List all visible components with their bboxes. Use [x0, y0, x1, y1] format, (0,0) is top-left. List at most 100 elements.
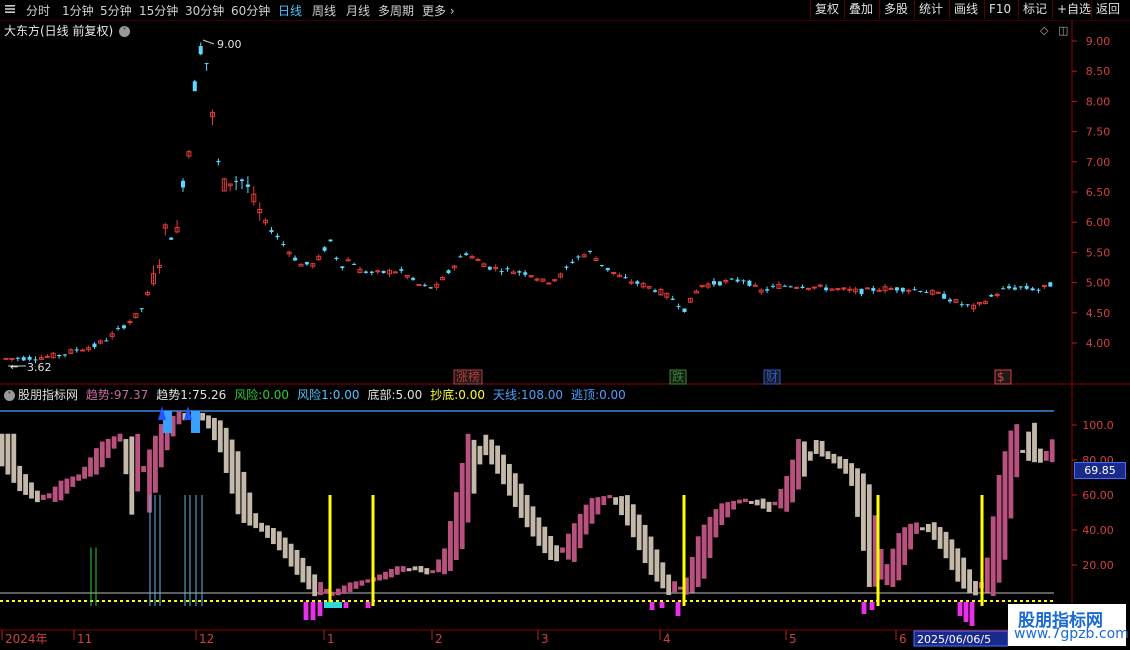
indicator-value: 趋势:97.37	[86, 388, 152, 402]
trend-bar	[760, 498, 766, 509]
bottom-cyan-marker	[324, 602, 342, 608]
trend-bar	[300, 557, 306, 583]
indicator-name[interactable]: 股朋指标网	[18, 388, 78, 402]
candle-body	[499, 271, 504, 273]
trend-bar	[88, 457, 93, 477]
candle-body	[994, 293, 1000, 296]
candle-body	[989, 294, 994, 297]
trend-bar	[996, 475, 1002, 583]
candle-body	[1036, 289, 1041, 291]
trend-bar	[123, 439, 129, 475]
trend-bar	[489, 439, 495, 465]
candle-body	[523, 272, 528, 275]
trend-bar	[1020, 449, 1026, 453]
candle-body	[428, 287, 433, 289]
trend-bar	[937, 527, 943, 549]
trend-bar	[524, 495, 530, 528]
trend-bar	[94, 448, 99, 475]
bottom-spike-bar	[957, 602, 963, 616]
trend-bar	[813, 440, 819, 454]
candle-body	[328, 239, 333, 242]
price-tick-label: 8.00	[1086, 95, 1111, 108]
trend-bar	[11, 433, 17, 483]
trend-bar	[400, 566, 406, 572]
candle-body	[670, 298, 675, 300]
candle-body	[340, 266, 345, 268]
bottom-spike-bar	[659, 602, 665, 608]
candle-body	[824, 287, 829, 291]
trend-bar	[217, 420, 223, 453]
candle-body	[564, 266, 569, 268]
candle-body	[765, 289, 770, 291]
trend-bar	[23, 474, 28, 495]
indicator-value: 趋势1:75.26	[156, 388, 230, 402]
indicator-value-label: 逃顶:	[571, 388, 600, 402]
trend-bar	[984, 557, 990, 593]
trend-bar	[861, 473, 866, 551]
trend-bar	[920, 527, 925, 531]
trend-bar	[176, 411, 182, 425]
trend-bar	[288, 543, 294, 567]
trend-bar	[1002, 451, 1008, 560]
candle-body	[9, 357, 15, 360]
trend-bar	[766, 501, 772, 512]
buy-signal-bar	[328, 495, 332, 606]
trend-bar	[17, 465, 23, 492]
top-escape-marker	[191, 411, 200, 433]
trend-bar	[347, 582, 353, 592]
trend-bar	[648, 536, 654, 575]
candle-body	[80, 349, 86, 352]
indicator-value-number: 5.00	[395, 388, 423, 402]
candle-body	[859, 288, 864, 295]
price-tick-label: 6.00	[1086, 216, 1111, 229]
trend-bar	[306, 566, 312, 590]
candle-body	[216, 160, 221, 163]
candle-body	[505, 268, 510, 270]
trend-bar	[990, 516, 996, 597]
time-tick-label: 11	[77, 632, 92, 646]
trend-bar	[1049, 439, 1055, 463]
trend-bar	[465, 433, 471, 523]
candle-body	[334, 257, 339, 260]
bottom-spike-bar	[861, 602, 867, 614]
candle-body	[635, 281, 640, 284]
candle-body	[322, 247, 327, 251]
trend-bar	[46, 493, 52, 499]
trend-bar	[52, 486, 58, 502]
indicator-tick-label: 100.0	[1082, 419, 1114, 432]
trend-bar	[265, 525, 270, 538]
candle-body	[63, 354, 67, 356]
chart-canvas: 9.00 8.50 8.00 7.50 7.00 6.50 6.00 5.50 5.00 4.50…	[0, 20, 1130, 647]
candle-body	[293, 257, 298, 261]
candle-body	[752, 284, 758, 287]
candle-body	[871, 288, 876, 291]
time-tick-label: 4	[663, 632, 671, 646]
bottom-spike-bar	[869, 602, 875, 610]
candle-body	[805, 287, 811, 290]
trend-bar	[99, 441, 105, 468]
candle-body	[682, 308, 687, 313]
indicator-value-number: 97.37	[113, 388, 149, 402]
trend-bar	[967, 569, 972, 593]
trend-bar	[796, 439, 801, 490]
trend-bar	[430, 570, 436, 574]
trend-bar	[849, 463, 854, 486]
price-tick-label: 5.00	[1086, 277, 1111, 290]
candle-body	[546, 282, 552, 285]
trend-bar	[1032, 422, 1037, 463]
trend-bar	[560, 547, 565, 553]
trend-bar	[636, 514, 642, 551]
candle-body	[275, 235, 280, 238]
trend-bar	[200, 412, 205, 421]
trend-bar	[695, 536, 701, 587]
trend-bar	[436, 559, 441, 573]
candle-body	[918, 291, 923, 293]
trend-bar	[754, 499, 760, 506]
trend-bar	[701, 524, 707, 579]
trend-bar	[477, 445, 483, 465]
trend-bar	[448, 521, 453, 572]
candle-body	[623, 277, 628, 279]
indicator-chevron-icon[interactable]: ˅	[4, 390, 15, 401]
current-date-label: 2025/06/06/5	[917, 633, 991, 646]
trend-bar	[530, 506, 536, 537]
